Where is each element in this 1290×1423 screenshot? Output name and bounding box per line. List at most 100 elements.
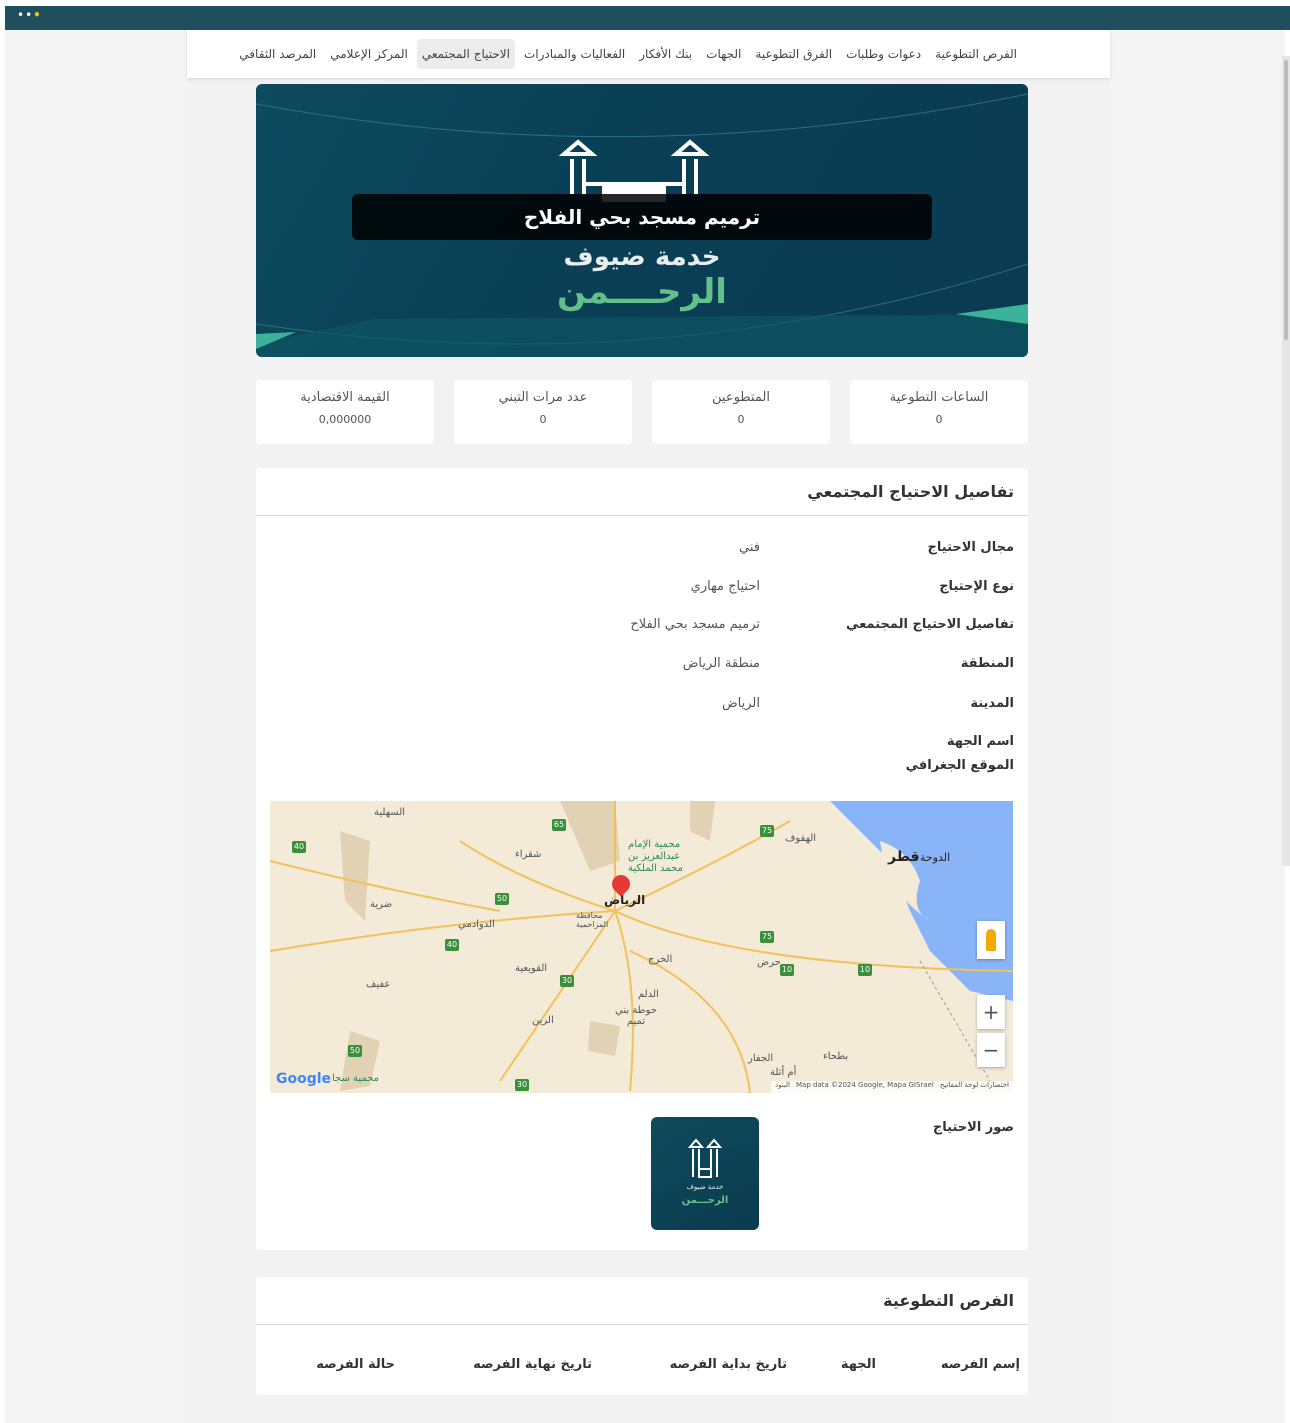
map-label-kharj: الخرج <box>648 954 673 965</box>
detail-value: منطقة الرياض <box>682 656 760 671</box>
thumbnail-brand-line-1: خدمة ضيوف <box>686 1183 724 1191</box>
nav-invitations-requests[interactable]: دعوات وطلبات <box>841 39 926 69</box>
road-sign: 10 <box>858 964 872 976</box>
google-logo: Google <box>276 1071 332 1087</box>
map-label-batha: بطحاء <box>823 1051 849 1062</box>
stat-value: 0,000000 <box>318 413 372 426</box>
stat-value: 0 <box>737 413 745 426</box>
map-label-dawadmi: الدوادمي <box>458 919 495 930</box>
details-heading: تفاصيل الاحتياج المجتمعي <box>256 468 1028 516</box>
thumbnail-brand-line-2: الرحـــمن <box>681 1195 729 1206</box>
kaaba-logo-icon <box>687 1138 723 1178</box>
road-sign: 50 <box>348 1045 362 1057</box>
map-label-dilam: الدلم <box>638 989 659 1000</box>
road-sign: 40 <box>292 841 306 853</box>
stat-value: 0 <box>539 413 547 426</box>
map-label-afif: عفيف <box>366 979 391 990</box>
road-sign: 30 <box>560 975 574 987</box>
opportunities-table-header: إسم الفرصه الجهة تاريخ بداية الفرصه تاري… <box>256 1357 1028 1381</box>
col-opportunity-name[interactable]: إسم الفرصه <box>941 1357 1020 1372</box>
stat-economic-value: القيمة الاقتصادية 0,000000 <box>256 380 434 444</box>
detail-key: المنطقة <box>960 656 1014 671</box>
scrollbar[interactable] <box>1282 56 1290 866</box>
nav-volunteer-opportunities[interactable]: الفرص التطوعية <box>930 39 1022 69</box>
nav-entities[interactable]: الجهات <box>701 39 746 69</box>
detail-value: احتياج مهاري <box>690 579 760 594</box>
map-label-muzahmiya: محافظة المزاحمية <box>576 911 609 929</box>
nav-volunteer-teams[interactable]: الفرق التطوعية <box>750 39 837 69</box>
map-label-umm-athlah: أم أثلة <box>770 1067 797 1078</box>
map-label-harad: حرض <box>757 957 781 968</box>
road-sign: 40 <box>445 939 459 951</box>
stat-adoptions: عدد مرات التبني 0 <box>454 380 632 444</box>
detail-row-field: مجال الاحتياج فني <box>256 540 1028 564</box>
nav-ideas-bank[interactable]: بنك الأفكار <box>634 39 697 69</box>
street-view-pegman-icon[interactable] <box>977 921 1005 959</box>
location-map[interactable]: 40 65 50 40 30 75 75 10 10 50 30 الرياض … <box>270 801 1013 1093</box>
detail-key: نوع الإحتياج <box>939 579 1014 594</box>
top-navigation: الفرص التطوعية دعوات وطلبات الفرق التطوع… <box>187 30 1110 78</box>
nav-media-center[interactable]: المركز الإعلامي <box>325 39 413 69</box>
main-container: الفرص التطوعية دعوات وطلبات الفرق التطوع… <box>187 30 1110 1423</box>
zoom-in-button[interactable]: + <box>977 995 1005 1029</box>
detail-key: اسم الجهة <box>946 734 1014 749</box>
map-label-riyadh: الرياض <box>604 893 646 907</box>
scrollbar-thumb[interactable] <box>1284 60 1288 340</box>
map-label-doha: الدوحة <box>920 851 951 864</box>
stat-volunteers: المتطوعين 0 <box>652 380 830 444</box>
map-label-rayn: الرين <box>532 1015 554 1026</box>
map-label-sahliyah: السهلية <box>374 807 406 818</box>
map-label-reserve: محمية الإمام عبدالعزيز بن محمد الملكية <box>628 839 683 874</box>
map-terms-link[interactable]: البنود <box>775 1081 790 1093</box>
stat-label: عدد مرات التبني <box>498 390 588 405</box>
zoom-out-button[interactable]: − <box>977 1033 1005 1067</box>
map-label-shaqra: شقراء <box>515 849 542 860</box>
detail-value: ترميم مسجد بحي الفلاح <box>630 617 760 632</box>
road-sign: 10 <box>780 964 794 976</box>
need-image-thumbnail[interactable]: خدمة ضيوف الرحـــمن <box>651 1117 759 1230</box>
stat-label: القيمة الاقتصادية <box>300 390 390 405</box>
nav-cultural-observatory[interactable]: المرصد الثقافي <box>234 39 321 69</box>
detail-row-entity: اسم الجهة <box>256 734 1028 758</box>
map-data-attribution: Map data ©2024 Google, Mapa GISrael <box>796 1081 934 1089</box>
banner-title: ترميم مسجد بحي الفلاح <box>352 194 932 240</box>
nav-community-needs[interactable]: الاحتياج المجتمعي <box>416 39 515 69</box>
detail-row-description: تفاصيل الاحتياج المجتمعي ترميم مسجد بحي … <box>256 617 1028 641</box>
road-sign: 75 <box>760 931 774 943</box>
col-end-date[interactable]: تاريخ نهاية الفرصه <box>473 1357 592 1372</box>
map-label-sajir: محمية سجا <box>332 1073 380 1084</box>
col-entity[interactable]: الجهة <box>841 1357 876 1372</box>
detail-key: صور الاحتياج <box>932 1120 1014 1135</box>
stats-row: الساعات التطوعية 0 المتطوعين 0 عدد مرات … <box>256 380 1028 444</box>
window-topbar: ••• <box>5 6 1290 30</box>
detail-key: الموقع الجغرافي <box>905 758 1014 773</box>
col-start-date[interactable]: تاريخ بداية الفرصه <box>670 1357 787 1372</box>
detail-row-images: صور الاحتياج <box>256 1120 1028 1144</box>
stat-value: 0 <box>935 413 943 426</box>
road-sign: 65 <box>552 819 566 831</box>
detail-key: مجال الاحتياج <box>927 540 1014 555</box>
map-label-jafurah: الجفار <box>748 1053 774 1064</box>
brand-line-1: خدمة ضيوف <box>563 242 721 272</box>
stat-label: الساعات التطوعية <box>889 390 989 405</box>
opportunities-heading: الفرص التطوعية <box>256 1277 1028 1325</box>
map-label-qatar: قطر <box>888 849 920 865</box>
more-icon[interactable]: ••• <box>17 8 42 22</box>
detail-key: تفاصيل الاحتياج المجتمعي <box>846 617 1014 632</box>
detail-row-type: نوع الإحتياج احتياج مهاري <box>256 579 1028 603</box>
col-status[interactable]: حالة الفرصه <box>316 1357 395 1372</box>
detail-row-city: المدينة الرياض <box>256 696 1028 720</box>
road-sign: 30 <box>515 1079 529 1091</box>
map-label-dariyah: ضرية <box>370 899 393 910</box>
keyboard-shortcuts-link[interactable]: اختصارات لوحة المفاتيح <box>940 1081 1009 1093</box>
nav-events-initiatives[interactable]: الفعاليات والمبادرات <box>519 39 630 69</box>
stat-volunteer-hours: الساعات التطوعية 0 <box>850 380 1028 444</box>
road-sign: 75 <box>760 825 774 837</box>
brand-line-2: الرحــــمن <box>557 272 727 312</box>
hero-banner: ترميم مسجد بحي الفلاح خدمة ضيوف الرحــــ… <box>256 84 1028 357</box>
stat-label: المتطوعين <box>712 390 770 405</box>
map-label-hufuf: الهفوف <box>785 833 817 844</box>
need-details-card: تفاصيل الاحتياج المجتمعي مجال الاحتياج ف… <box>256 468 1028 1250</box>
map-attribution-bar: اختصارات لوحة المفاتيح Map data ©2024 Go… <box>770 1081 1013 1093</box>
opportunities-card: الفرص التطوعية إسم الفرصه الجهة تاريخ بد… <box>256 1277 1028 1395</box>
